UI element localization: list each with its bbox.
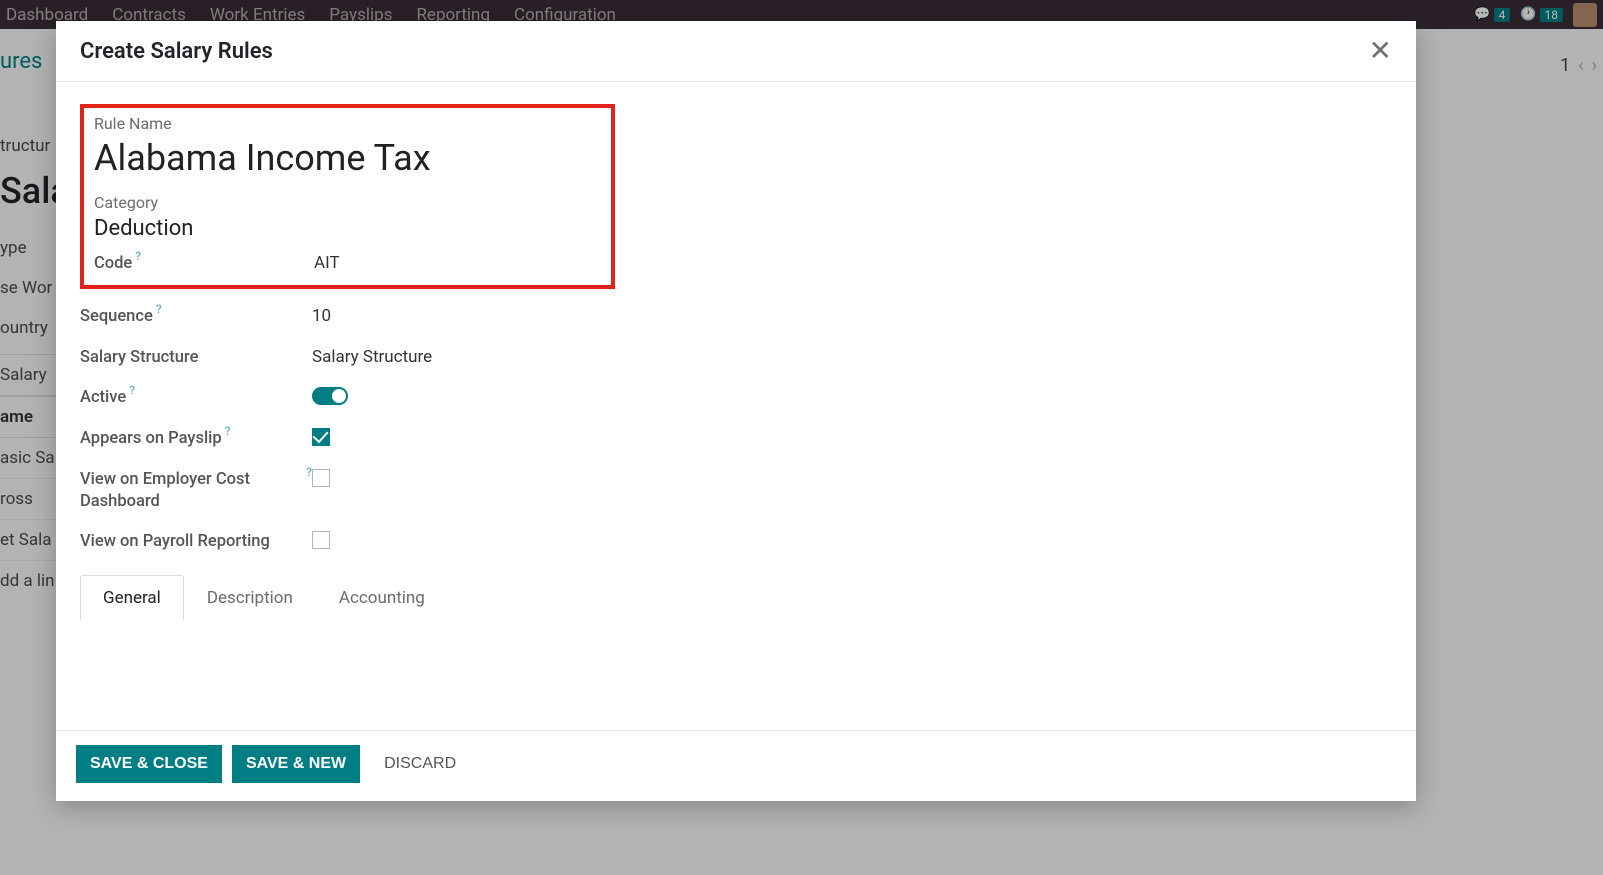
payroll-reporting-checkbox[interactable] (312, 531, 330, 549)
modal-title: Create Salary Rules (80, 39, 273, 64)
active-label: Active (80, 387, 126, 409)
code-input[interactable]: AIT (314, 253, 340, 273)
modal-footer: SAVE & CLOSE SAVE & NEW DISCARD (56, 730, 1416, 801)
close-icon[interactable]: ✕ (1369, 37, 1392, 65)
rule-name-input[interactable]: Alabama Income Tax (94, 137, 601, 179)
save-new-button[interactable]: SAVE & NEW (232, 745, 360, 783)
tab-accounting[interactable]: Accounting (316, 575, 448, 621)
modal-header: Create Salary Rules ✕ (56, 21, 1416, 82)
discard-button[interactable]: DISCARD (370, 745, 470, 783)
category-input[interactable]: Deduction (94, 216, 601, 241)
tabs: General Description Accounting (80, 575, 1372, 621)
appears-on-payslip-label: Appears on Payslip (80, 428, 222, 450)
salary-structure-input[interactable]: Salary Structure (312, 347, 432, 367)
save-close-button[interactable]: SAVE & CLOSE (76, 745, 222, 783)
category-label: Category (94, 193, 601, 212)
employer-cost-label: View on Employer Cost Dashboard (80, 469, 303, 514)
help-icon[interactable]: ? (135, 248, 141, 264)
active-toggle[interactable] (312, 387, 348, 405)
modal-body: Rule Name Alabama Income Tax Category De… (56, 82, 1416, 730)
sequence-input[interactable]: 10 (312, 306, 331, 326)
code-label: Code (94, 253, 132, 275)
tab-description[interactable]: Description (184, 575, 316, 621)
sequence-label: Sequence (80, 306, 153, 328)
rule-name-label: Rule Name (94, 114, 601, 133)
highlight-box: Rule Name Alabama Income Tax Category De… (80, 104, 615, 289)
help-icon[interactable]: ? (129, 382, 135, 398)
create-salary-rules-modal: Create Salary Rules ✕ Rule Name Alabama … (56, 21, 1416, 801)
help-icon[interactable]: ? (225, 423, 231, 439)
salary-structure-label: Salary Structure (80, 347, 198, 369)
appears-on-payslip-checkbox[interactable] (312, 428, 330, 446)
payroll-reporting-label: View on Payroll Reporting (80, 531, 270, 553)
tab-general[interactable]: General (80, 575, 184, 621)
employer-cost-checkbox[interactable] (312, 469, 330, 487)
help-icon[interactable]: ? (156, 301, 162, 317)
